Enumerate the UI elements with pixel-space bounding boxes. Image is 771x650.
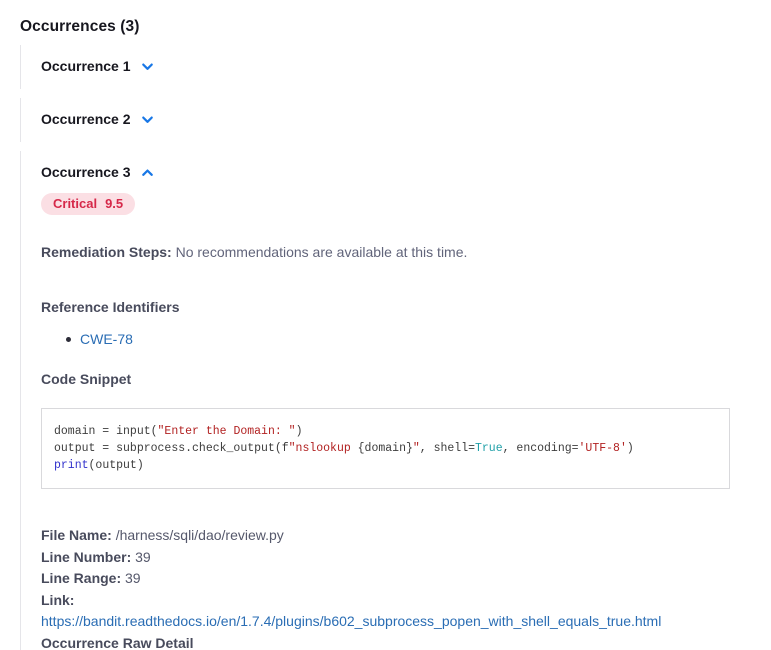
occurrence-3-label: Occurrence 3 [41,164,131,180]
code-snippet-heading: Code Snippet [41,371,751,387]
line-number-row: Line Number: 39 [41,547,751,569]
link-label-row: Link: [41,590,751,612]
line-number-value: 39 [135,549,151,565]
line-number-label: Line Number: [41,549,131,565]
occurrence-1-label: Occurrence 1 [41,58,131,74]
line-range-label: Line Range: [41,570,121,586]
occurrence-meta: File Name: /harness/sqli/dao/review.py L… [41,525,751,650]
occurrence-3-body: Critical 9.5 Remediation Steps: No recom… [41,182,751,650]
bandit-docs-link[interactable]: https://bandit.readthedocs.io/en/1.7.4/p… [41,613,661,629]
file-name-label: File Name: [41,527,112,543]
occurrence-section-1: Occurrence 1 [20,45,751,89]
reference-identifiers-heading: Reference Identifiers [41,299,751,315]
list-item: CWE-78 [41,331,751,348]
occurrence-section-2: Occurrence 2 [20,98,751,142]
link-url-row: https://bandit.readthedocs.io/en/1.7.4/p… [41,611,751,633]
remediation-steps: Remediation Steps: No recommendations ar… [41,243,751,261]
file-name-value: /harness/sqli/dao/review.py [116,527,284,543]
occurrence-3-toggle[interactable]: Occurrence 3 [41,164,155,180]
severity-label: Critical [53,196,97,211]
occurrence-2-label: Occurrence 2 [41,111,131,127]
occurrences-panel: Occurrences (3) Occurrence 1 Occurrence … [0,0,771,650]
occurrence-2-toggle[interactable]: Occurrence 2 [41,111,155,127]
severity-score: 9.5 [105,196,123,211]
page-title: Occurrences (3) [20,18,751,36]
chevron-down-icon[interactable] [140,59,155,74]
link-label: Link: [41,592,74,608]
chevron-up-icon[interactable] [140,165,155,180]
line-range-value: 39 [125,570,141,586]
chevron-down-icon[interactable] [140,112,155,127]
remediation-text: No recommendations are available at this… [176,244,468,260]
reference-identifiers-list: CWE-78 [41,331,751,348]
line-range-row: Line Range: 39 [41,568,751,590]
file-name-row: File Name: /harness/sqli/dao/review.py [41,525,751,547]
remediation-label: Remediation Steps: [41,244,172,260]
occurrence-1-toggle[interactable]: Occurrence 1 [41,58,155,74]
occurrence-section-3: Occurrence 3 Critical 9.5 Remediation St… [20,151,751,650]
occurrence-raw-detail-heading: Occurrence Raw Detail [41,633,751,650]
severity-badge: Critical 9.5 [41,193,135,215]
cwe-78-link[interactable]: CWE-78 [80,331,133,347]
code-snippet-block: domain = input("Enter the Domain: ")outp… [41,408,730,489]
